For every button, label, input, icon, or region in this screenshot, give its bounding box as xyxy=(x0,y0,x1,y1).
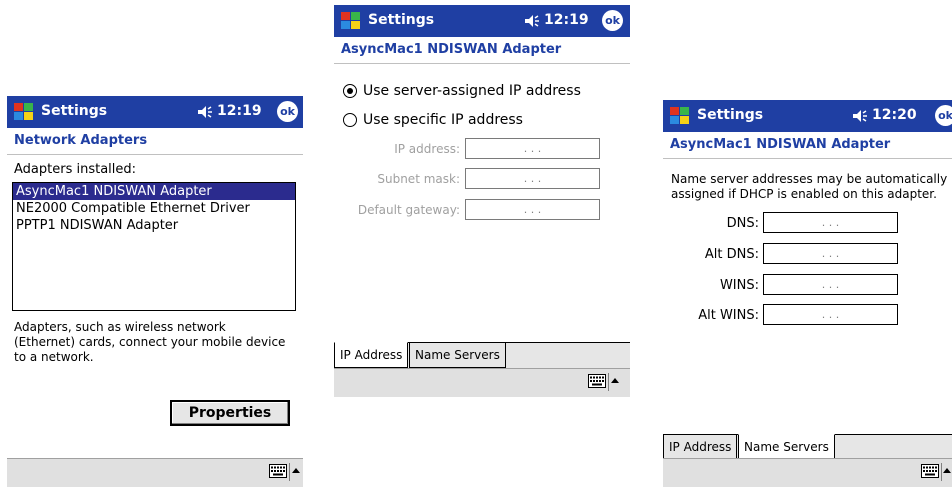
subnet-mask-field[interactable]: . . . xyxy=(465,168,600,189)
keyboard-icon[interactable] xyxy=(588,374,606,388)
tab-strip: IP Address Name Servers xyxy=(663,434,952,461)
command-bar xyxy=(7,458,303,487)
ip-dots: . . . xyxy=(821,247,840,260)
ip-dots: . . . xyxy=(523,203,542,216)
screen-name-servers: Settings 12:20 ok AsyncMac1 NDISWAN Adap… xyxy=(663,100,952,487)
clock[interactable]: 12:20 xyxy=(872,107,917,123)
radio-specific-ip[interactable]: Use specific IP address xyxy=(343,112,523,128)
adapter-list-item[interactable]: NE2000 Compatible Ethernet Driver xyxy=(13,200,295,217)
dns-label: DNS: xyxy=(726,216,759,231)
alt-wins-field[interactable]: . . . xyxy=(763,304,898,325)
divider xyxy=(608,373,609,391)
wins-label: WINS: xyxy=(719,278,759,293)
clock[interactable]: 12:19 xyxy=(544,12,589,28)
input-menu-arrow-icon[interactable] xyxy=(291,464,301,478)
ip-dots: . . . xyxy=(821,278,840,291)
keyboard-icon[interactable] xyxy=(269,464,287,478)
tab-name-servers[interactable]: Name Servers xyxy=(409,342,506,368)
radio-server-assigned[interactable]: Use server-assigned IP address xyxy=(343,83,581,99)
screen-ip-address: Settings 12:19 ok AsyncMac1 NDISWAN Adap… xyxy=(334,5,630,397)
ip-dots: . . . xyxy=(821,216,840,229)
tab-ip-address[interactable]: IP Address xyxy=(663,434,738,460)
ip-dots: . . . xyxy=(523,142,542,155)
radio-button[interactable] xyxy=(343,113,357,127)
adapters-listbox[interactable]: AsyncMac1 NDISWAN Adapter NE2000 Compati… xyxy=(12,182,296,311)
ok-button[interactable]: ok xyxy=(602,10,623,31)
input-menu-arrow-icon[interactable] xyxy=(610,374,620,388)
tab-strip: IP Address Name Servers xyxy=(334,342,630,369)
alt-dns-label: Alt DNS: xyxy=(704,247,759,262)
ip-address-field[interactable]: . . . xyxy=(465,138,600,159)
adapter-list-item[interactable]: AsyncMac1 NDISWAN Adapter xyxy=(13,183,295,200)
clock[interactable]: 12:19 xyxy=(217,103,262,119)
tab-name-servers[interactable]: Name Servers xyxy=(738,434,835,460)
command-bar xyxy=(334,368,630,397)
start-menu-windows-flag-icon[interactable] xyxy=(12,100,36,124)
adapters-installed-label: Adapters installed: xyxy=(14,162,137,177)
ok-button[interactable]: ok xyxy=(277,101,298,122)
ip-dots: . . . xyxy=(821,308,840,321)
page-title: AsyncMac1 NDISWAN Adapter xyxy=(663,132,952,159)
page-title: Network Adapters xyxy=(7,128,303,155)
app-title: Settings xyxy=(697,107,764,123)
page-title: AsyncMac1 NDISWAN Adapter xyxy=(334,37,630,64)
command-bar xyxy=(663,458,952,487)
tab-ip-address[interactable]: IP Address xyxy=(334,342,409,368)
ip-dots: . . . xyxy=(523,172,542,185)
radio-label: Use server-assigned IP address xyxy=(363,83,581,99)
start-menu-windows-flag-icon[interactable] xyxy=(668,104,692,128)
name-servers-description: Name server addresses may be automatical… xyxy=(671,172,948,201)
dns-field[interactable]: . . . xyxy=(763,212,898,233)
alt-dns-field[interactable]: . . . xyxy=(763,243,898,264)
input-menu-arrow-icon[interactable] xyxy=(942,464,952,478)
radio-label: Use specific IP address xyxy=(363,112,523,128)
ip-address-label: IP address: xyxy=(394,142,460,156)
default-gateway-label: Default gateway: xyxy=(357,203,460,217)
ok-button[interactable]: ok xyxy=(935,105,952,126)
adapter-list-item[interactable]: PPTP1 NDISWAN Adapter xyxy=(13,217,295,234)
start-menu-windows-flag-icon[interactable] xyxy=(339,9,363,33)
app-title: Settings xyxy=(41,103,108,119)
speaker-volume-icon[interactable] xyxy=(197,105,213,119)
radio-button[interactable] xyxy=(343,84,357,98)
keyboard-icon[interactable] xyxy=(921,464,939,478)
app-title: Settings xyxy=(368,12,435,28)
title-bar: Settings 12:19 ok xyxy=(334,5,630,37)
adapters-description: Adapters, such as wireless network (Ethe… xyxy=(14,320,286,364)
alt-wins-label: Alt WINS: xyxy=(698,308,759,323)
subnet-mask-label: Subnet mask: xyxy=(377,172,460,186)
screen-network-adapters: Settings 12:19 ok Network Adapters Adapt… xyxy=(7,96,303,487)
default-gateway-field[interactable]: . . . xyxy=(465,199,600,220)
divider xyxy=(289,463,290,481)
properties-button[interactable]: Properties xyxy=(170,400,290,426)
title-bar: Settings 12:19 ok xyxy=(7,96,303,128)
speaker-volume-icon[interactable] xyxy=(852,109,868,123)
wins-field[interactable]: . . . xyxy=(763,274,898,295)
title-bar: Settings 12:20 ok xyxy=(663,100,952,132)
speaker-volume-icon[interactable] xyxy=(524,14,540,28)
